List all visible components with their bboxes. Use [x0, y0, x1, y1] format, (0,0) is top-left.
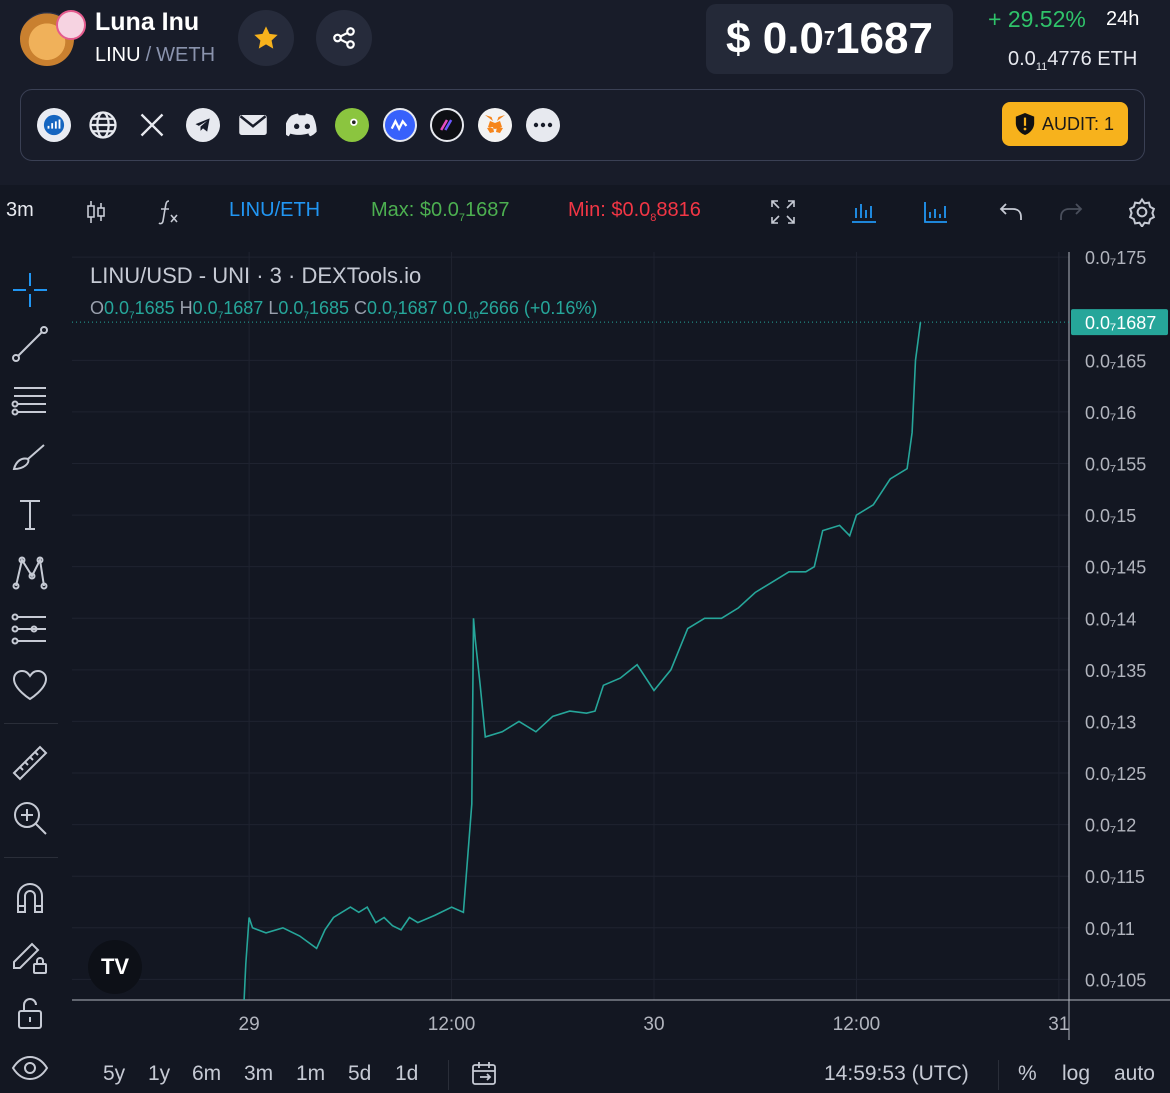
log-toggle[interactable]: log — [1062, 1062, 1090, 1086]
price-tick-label: 0.0₇12 — [1085, 816, 1136, 836]
close-value: 0.071687 — [367, 298, 438, 322]
change-value: 0.0102666 (+0.16%) — [442, 298, 598, 322]
time-axis: 29 12:00 30 12:00 31 — [239, 1014, 1070, 1035]
range-divider — [998, 1060, 999, 1090]
price-tick-label: 0.0₇105 — [1085, 970, 1146, 990]
range-1y[interactable]: 1y — [148, 1062, 170, 1086]
price-chart[interactable]: 0.0₇1750.0₇1650.0₇160.0₇1550.0₇150.0₇145… — [0, 0, 1170, 1093]
price-tick-label: 0.0₇15 — [1085, 506, 1136, 526]
time-tick-label: 31 — [1048, 1014, 1069, 1035]
price-tick-label: 0.0₇155 — [1085, 455, 1146, 475]
price-tick-label: 0.0₇16 — [1085, 403, 1136, 423]
ohlc-legend: O0.071685 H0.071687 L0.071685 C0.071687 … — [90, 298, 597, 322]
chart-grid — [72, 252, 1170, 1040]
range-1m[interactable]: 1m — [296, 1062, 325, 1086]
price-tick-label: 0.0₇125 — [1085, 764, 1146, 784]
price-tick-label: 0.0₇135 — [1085, 661, 1146, 681]
time-tick-label: 12:00 — [833, 1014, 881, 1035]
time-tick-label: 29 — [239, 1014, 260, 1035]
price-tick-label: 0.0₇11 — [1085, 919, 1135, 939]
low-value: 0.071685 — [278, 298, 349, 322]
time-tick-label: 30 — [643, 1014, 664, 1035]
low-label: L — [268, 298, 279, 318]
last-price-label: 0.0₇1687 — [1085, 313, 1156, 333]
price-tick-label: 0.0₇13 — [1085, 712, 1136, 732]
percent-toggle[interactable]: % — [1018, 1062, 1037, 1086]
utc-clock[interactable]: 14:59:53 (UTC) — [824, 1062, 969, 1086]
price-tick-label: 0.0₇175 — [1085, 248, 1146, 268]
tradingview-logo[interactable]: TV — [88, 940, 142, 994]
price-line-series-0 — [243, 322, 922, 1001]
price-tick-label: 0.0₇165 — [1085, 351, 1146, 371]
range-5d[interactable]: 5d — [348, 1062, 371, 1086]
price-series — [243, 322, 922, 1001]
close-label: C — [354, 298, 367, 318]
open-label: O — [90, 298, 105, 318]
range-bar: 5y 1y 6m 3m 1m 5d 1d 14:59:53 (UTC) % lo… — [0, 1052, 1170, 1093]
range-3m[interactable]: 3m — [244, 1062, 273, 1086]
price-tick-label: 0.0₇145 — [1085, 558, 1146, 578]
auto-toggle[interactable]: auto — [1114, 1062, 1155, 1086]
range-5y[interactable]: 5y — [103, 1062, 125, 1086]
price-tick-label: 0.0₇115 — [1085, 867, 1145, 887]
high-value: 0.071687 — [192, 298, 264, 322]
open-value: 0.071685 — [104, 298, 175, 322]
date-range-icon[interactable] — [470, 1060, 498, 1093]
high-label: H — [179, 298, 193, 318]
range-divider — [448, 1060, 449, 1090]
price-tick-label: 0.0₇14 — [1085, 609, 1136, 629]
range-6m[interactable]: 6m — [192, 1062, 221, 1086]
range-1d[interactable]: 1d — [395, 1062, 418, 1086]
price-axis: 0.0₇175 0.0₇165 0.0₇16 0.0₇155 0.0₇15 0.0₇145… — [1085, 248, 1146, 990]
time-tick-label: 12:00 — [428, 1014, 476, 1035]
chart-legend-title: LINU/USD - UNI · 3 · DEXTools.io — [90, 263, 422, 288]
